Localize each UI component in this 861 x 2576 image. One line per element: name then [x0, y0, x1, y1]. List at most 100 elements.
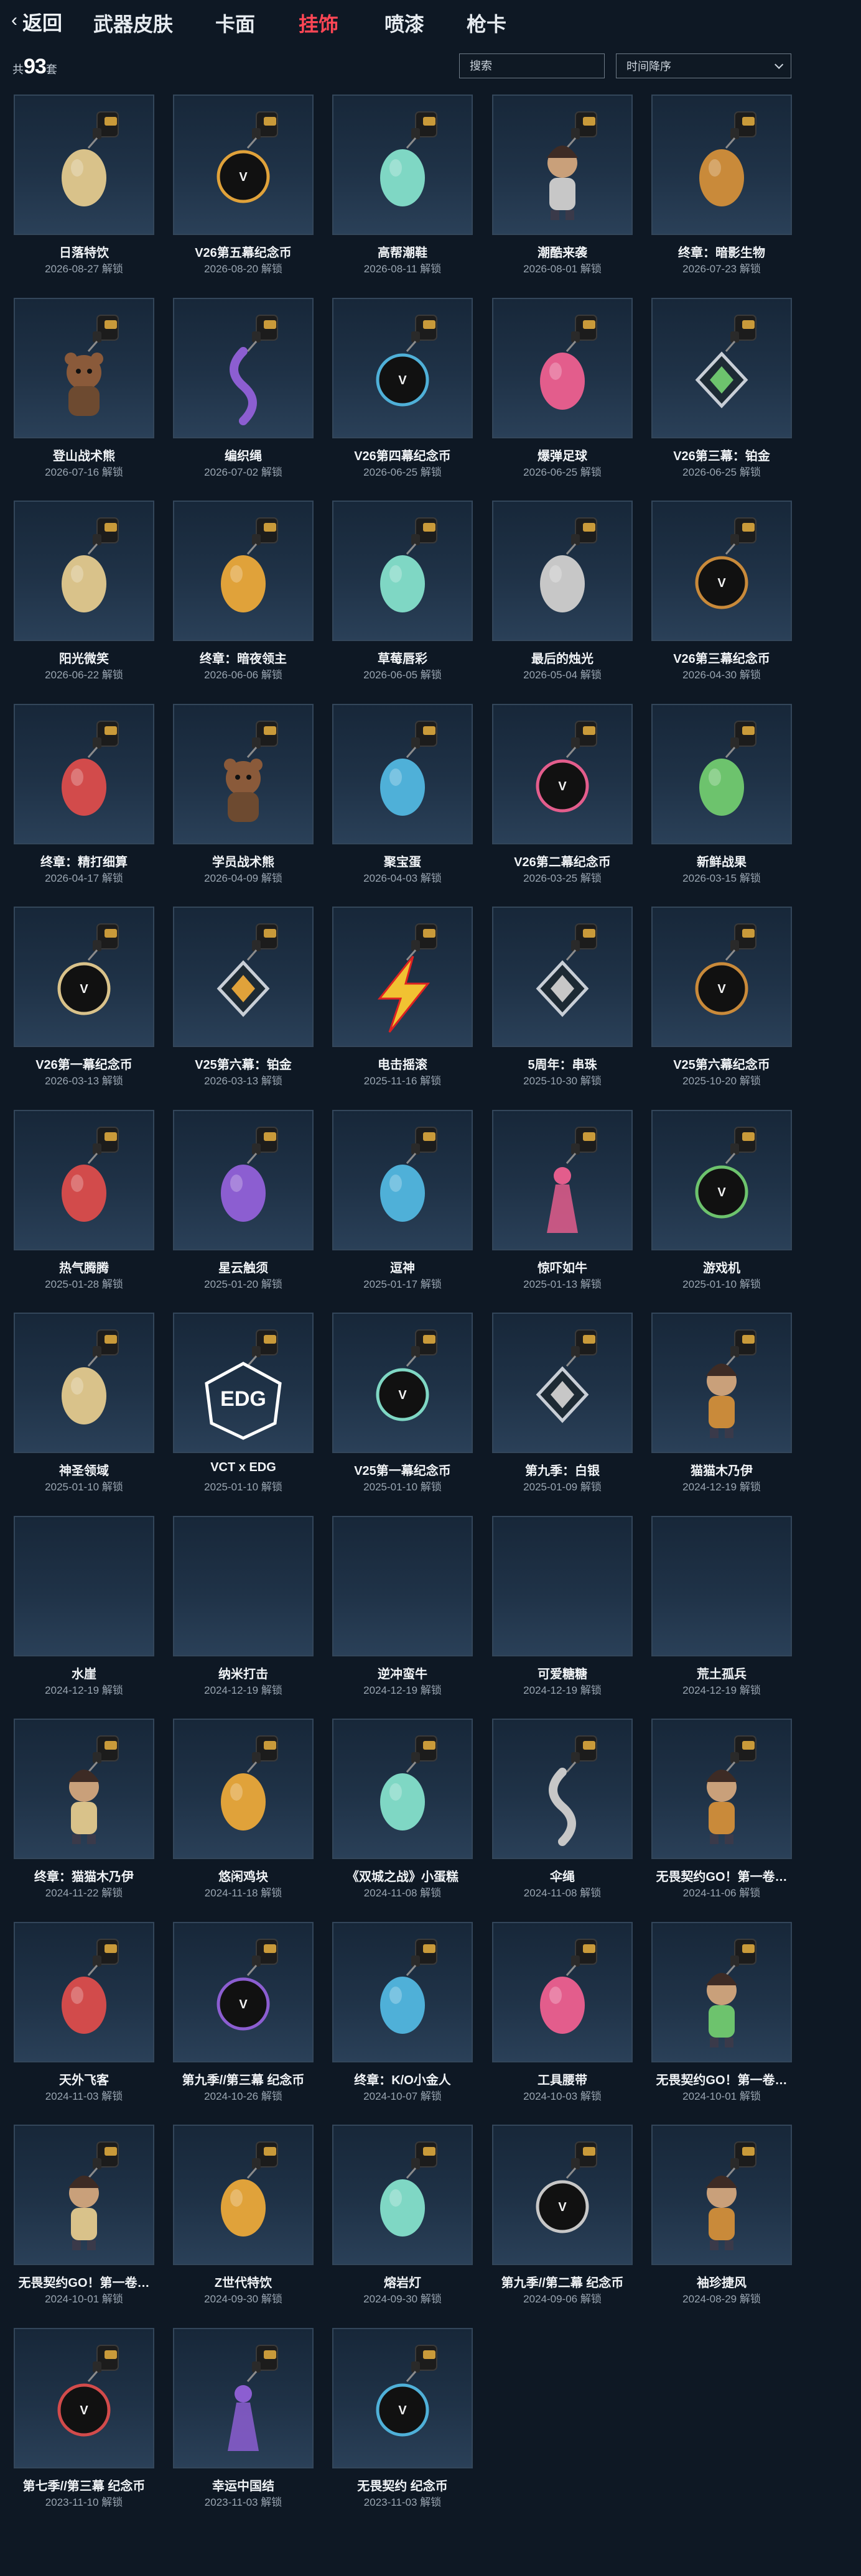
- buddy-card[interactable]: 登山战术熊 2026-07-16 解锁: [14, 298, 154, 500]
- buddy-card[interactable]: 幸运中国结 2023-11-03 解锁: [173, 2328, 314, 2530]
- buddy-thumbnail: [492, 95, 633, 235]
- buddy-name: 终章：猫猫木乃伊: [34, 1870, 134, 1884]
- buddy-name: 登山战术熊: [53, 450, 115, 463]
- buddy-card[interactable]: 悠闲鸡块 2024-11-18 解锁: [173, 1719, 314, 1921]
- buddy-card[interactable]: 熔岩灯 2024-09-30 解锁: [332, 2125, 473, 2327]
- buddy-card[interactable]: 电击摇滚 2025-11-16 解锁: [332, 907, 473, 1109]
- buddy-thumbnail: V: [651, 1110, 792, 1250]
- unlock-date: 2025-01-10 解锁: [363, 1481, 442, 1493]
- buddy-card[interactable]: V25第六幕：铂金 2026-03-13 解锁: [173, 907, 314, 1109]
- buddy-card[interactable]: 逗神 2025-01-17 解锁: [332, 1110, 473, 1312]
- buddy-card[interactable]: 爆弹足球 2026-06-25 解锁: [492, 298, 633, 500]
- bolt-charm-icon: [377, 923, 437, 1033]
- candle-charm-icon: [540, 517, 597, 612]
- buddy-thumbnail: [332, 1516, 473, 1656]
- unlock-date: 2024-11-08 解锁: [363, 1887, 442, 1899]
- buddy-thumbnail: V: [14, 2328, 154, 2468]
- buddy-card[interactable]: 日落特饮 2026-08-27 解锁: [14, 95, 154, 297]
- buddy-card[interactable]: V V25第六幕纪念币 2025-10-20 解锁: [651, 907, 792, 1109]
- buddy-card[interactable]: V V26第一幕纪念币 2026-03-13 解锁: [14, 907, 154, 1109]
- buddy-card[interactable]: 《双城之战》小蛋糕 2024-11-08 解锁: [332, 1719, 473, 1921]
- buddy-card[interactable]: V 第九季//第三幕 纪念币 2024-10-26 解锁: [173, 1922, 314, 2124]
- ufo-charm-icon: [62, 1939, 119, 2034]
- buddy-card[interactable]: 神圣领域 2025-01-10 解锁: [14, 1313, 154, 1515]
- buddy-card[interactable]: 纳米打击 2024-12-19 解锁: [173, 1516, 314, 1718]
- buddy-card[interactable]: V V26第五幕纪念币 2026-08-20 解锁: [173, 95, 314, 297]
- buddy-card[interactable]: 可爱糖糖 2024-12-19 解锁: [492, 1516, 633, 1718]
- buddy-card[interactable]: 高帮潮鞋 2026-08-11 解锁: [332, 95, 473, 297]
- buddy-card[interactable]: 猫猫木乃伊 2024-12-19 解锁: [651, 1313, 792, 1515]
- unlock-date: 2026-06-25 解锁: [523, 466, 602, 478]
- figure-charm-icon: [68, 2141, 119, 2250]
- buddy-card[interactable]: V V26第三幕纪念币 2026-04-30 解锁: [651, 501, 792, 703]
- buddy-card[interactable]: V V25第一幕纪念币 2025-01-10 解锁: [332, 1313, 473, 1515]
- unlock-date: 2025-01-28 解锁: [45, 1278, 123, 1290]
- buddy-card[interactable]: 无畏契约GO！第一卷… 2024-11-06 解锁: [651, 1719, 792, 1921]
- buddy-card[interactable]: EDG VCT x EDG 2025-01-10 解锁: [173, 1313, 314, 1515]
- figure-charm-icon: [706, 1329, 756, 1438]
- buddy-card[interactable]: 水崖 2024-12-19 解锁: [14, 1516, 154, 1718]
- coin-charm-icon: V: [376, 315, 437, 407]
- buddy-card[interactable]: 终章：暗夜领主 2026-06-06 解锁: [173, 501, 314, 703]
- buddy-card[interactable]: 袖珍捷风 2024-08-29 解锁: [651, 2125, 792, 2327]
- badge-charm-icon: [216, 923, 278, 1017]
- buddy-card[interactable]: 终章：暗影生物 2026-07-23 解锁: [651, 95, 792, 297]
- buddy-card[interactable]: 5周年：串珠 2025-10-30 解锁: [492, 907, 633, 1109]
- buddy-card[interactable]: 阳光微笑 2026-06-22 解锁: [14, 501, 154, 703]
- buddy-card[interactable]: V 无畏契约 纪念币 2023-11-03 解锁: [332, 2328, 473, 2530]
- buddy-card[interactable]: 伞绳 2024-11-08 解锁: [492, 1719, 633, 1921]
- buddy-thumbnail: [651, 298, 792, 438]
- unlock-date: 2023-11-03 解锁: [204, 2496, 282, 2508]
- creature-charm-icon: [699, 111, 756, 206]
- unlock-date: 2024-12-19 解锁: [204, 1684, 282, 1696]
- buddy-thumbnail: [332, 95, 473, 235]
- buddy-card[interactable]: 聚宝蛋 2026-04-03 解锁: [332, 704, 473, 906]
- badge-charm-icon: [536, 923, 597, 1017]
- can-charm-icon: [221, 2141, 278, 2237]
- svg-text:V: V: [717, 576, 726, 590]
- buddy-card[interactable]: Z世代特饮 2024-09-30 解锁: [173, 2125, 314, 2327]
- buddy-card[interactable]: 荒土孤兵 2024-12-19 解锁: [651, 1516, 792, 1718]
- buddy-card[interactable]: 第九季：白银 2025-01-09 解锁: [492, 1313, 633, 1515]
- coin-charm-icon: V: [216, 1939, 278, 2031]
- buddy-name: 终章：暗影生物: [678, 246, 765, 260]
- buddy-name: 悠闲鸡块: [218, 1870, 268, 1884]
- buddy-name: 袖珍捷风: [697, 2276, 747, 2290]
- buddy-card[interactable]: 逆冲蛮牛 2024-12-19 解锁: [332, 1516, 473, 1718]
- buddy-card[interactable]: 工具腰带 2024-10-03 解锁: [492, 1922, 633, 2124]
- buddy-card[interactable]: 热气腾腾 2025-01-28 解锁: [14, 1110, 154, 1312]
- buddy-card[interactable]: V26第三幕：铂金 2026-06-25 解锁: [651, 298, 792, 500]
- buddy-card[interactable]: 天外飞客 2024-11-03 解锁: [14, 1922, 154, 2124]
- buddy-card[interactable]: V 游戏机 2025-01-10 解锁: [651, 1110, 792, 1312]
- buddy-card[interactable]: V 第九季//第二幕 纪念币 2024-09-06 解锁: [492, 2125, 633, 2327]
- buddy-card[interactable]: 学员战术熊 2026-04-09 解锁: [173, 704, 314, 906]
- buddy-thumbnail: [651, 1516, 792, 1656]
- buddy-card[interactable]: 惊吓如牛 2025-01-13 解锁: [492, 1110, 633, 1312]
- unlock-date: 2024-11-22 解锁: [45, 1887, 123, 1899]
- buddy-card[interactable]: V V26第二幕纪念币 2026-03-25 解锁: [492, 704, 633, 906]
- unlock-date: 2024-09-30 解锁: [204, 2293, 282, 2305]
- buddy-card[interactable]: 终章：精打细算 2026-04-17 解锁: [14, 704, 154, 906]
- unlock-date: 2025-01-20 解锁: [204, 1278, 282, 1290]
- cupcake-charm-icon: [380, 1735, 437, 1830]
- buddy-name: 终章：K/O小金人: [354, 2074, 451, 2087]
- buddy-card[interactable]: 无畏契约GO！第一卷… 2024-10-01 解锁: [14, 2125, 154, 2327]
- buddy-card[interactable]: 星云触须 2025-01-20 解锁: [173, 1110, 314, 1312]
- buddy-thumbnail: [492, 1922, 633, 2062]
- buddy-name: V26第一幕纪念币: [35, 1058, 133, 1072]
- unlock-date: 2026-08-11 解锁: [363, 263, 442, 275]
- buddy-card[interactable]: V 第七季//第三幕 纪念币 2023-11-10 解锁: [14, 2328, 154, 2530]
- buddy-card[interactable]: 最后的烛光 2026-05-04 解锁: [492, 501, 633, 703]
- buddy-card[interactable]: 潮酷来袭 2026-08-01 解锁: [492, 95, 633, 297]
- unlock-date: 2026-06-06 解锁: [204, 669, 282, 681]
- buddy-card[interactable]: 草莓唇彩 2026-06-05 解锁: [332, 501, 473, 703]
- buddy-card[interactable]: 编织绳 2026-07-02 解锁: [173, 298, 314, 500]
- ball-charm-icon: [540, 315, 597, 410]
- figure-charm-icon: [547, 111, 597, 220]
- buddy-card[interactable]: 终章：K/O小金人 2024-10-07 解锁: [332, 1922, 473, 2124]
- buddy-card[interactable]: 无畏契约GO！第一卷… 2024-10-01 解锁: [651, 1922, 792, 2124]
- buddy-card[interactable]: 新鲜战果 2026-03-15 解锁: [651, 704, 792, 906]
- buddy-card[interactable]: 终章：猫猫木乃伊 2024-11-22 解锁: [14, 1719, 154, 1921]
- buddy-card[interactable]: V V26第四幕纪念币 2026-06-25 解锁: [332, 298, 473, 500]
- buddy-name: 游戏机: [703, 1262, 740, 1275]
